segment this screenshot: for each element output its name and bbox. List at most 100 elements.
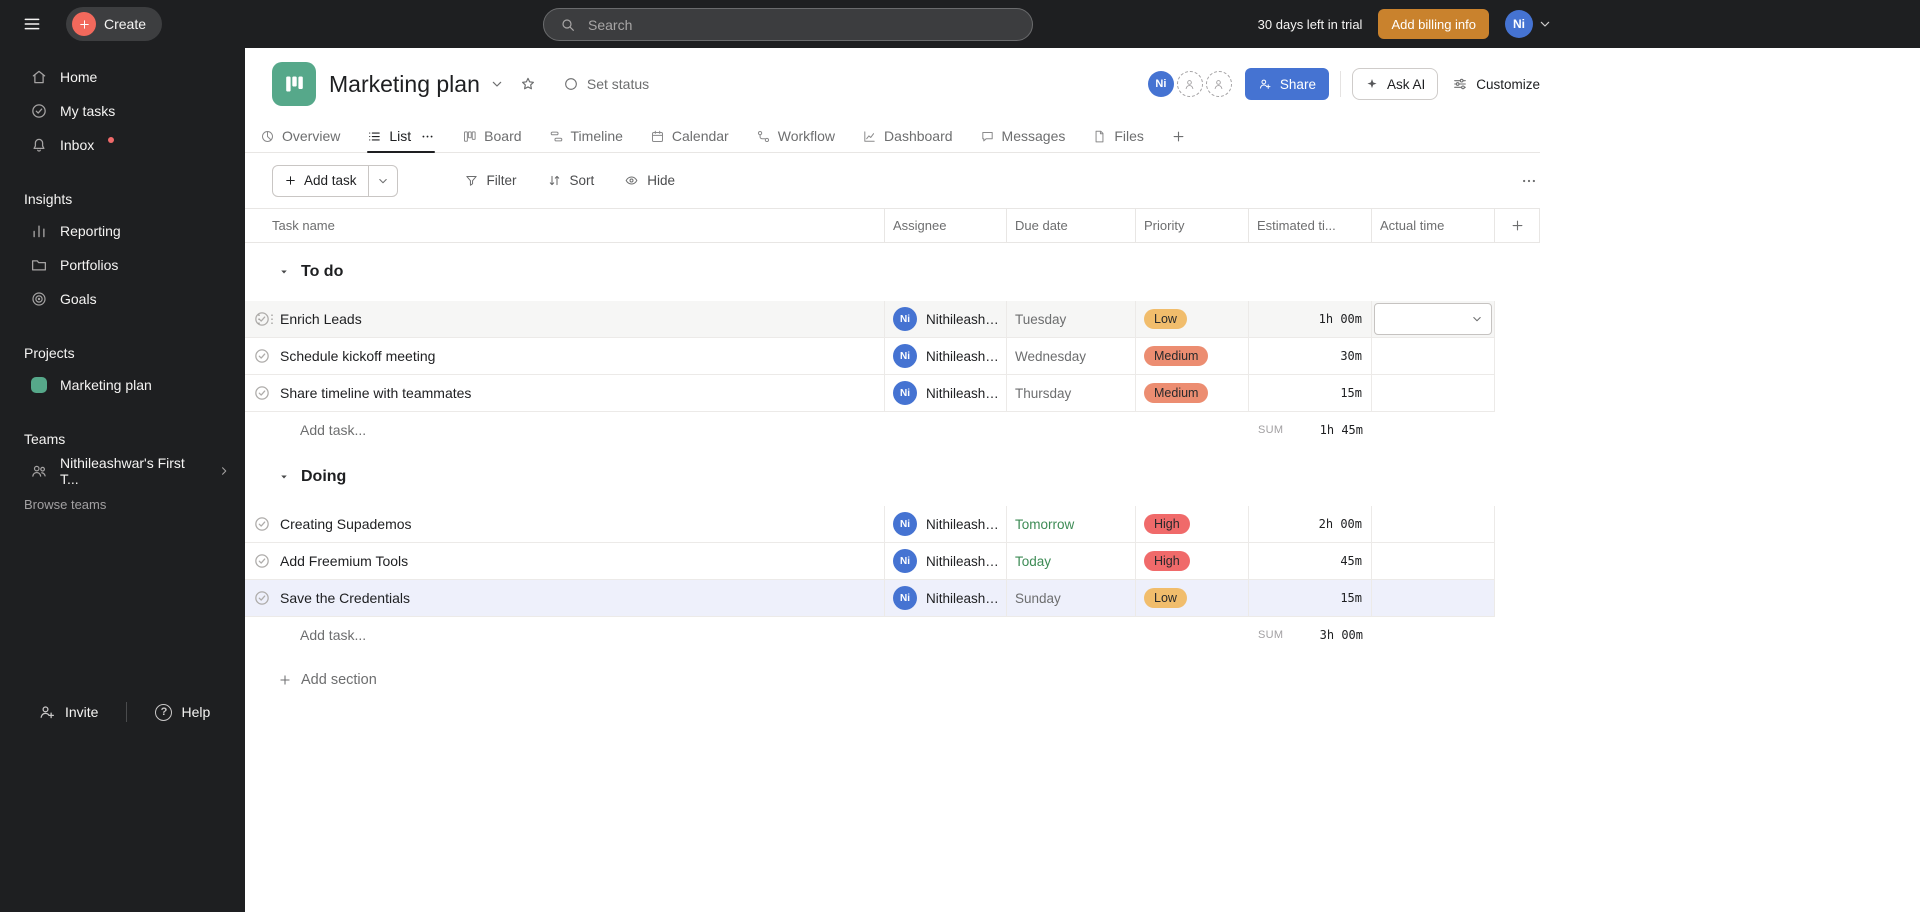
estimated-time-cell[interactable]: 45m — [1249, 543, 1372, 579]
customize-button[interactable]: Customize — [1452, 76, 1540, 92]
estimated-time-cell[interactable]: 2h 00m — [1249, 506, 1372, 542]
tab-overview[interactable]: Overview — [260, 120, 340, 152]
section-header-doing[interactable]: Doing — [245, 448, 1920, 506]
tab-dashboard[interactable]: Dashboard — [862, 120, 953, 152]
member-avatar[interactable]: Ni — [1147, 71, 1174, 97]
tab-files[interactable]: Files — [1092, 120, 1144, 152]
chevron-right-icon[interactable] — [217, 464, 231, 478]
assignee-cell[interactable]: Ni Nithileashwar — [885, 301, 1007, 337]
browse-teams-link[interactable]: Browse teams — [0, 488, 245, 520]
favorite-star-button[interactable] — [517, 73, 539, 95]
help-button[interactable]: ? Help — [155, 703, 210, 721]
estimated-time-cell[interactable]: 15m — [1249, 375, 1372, 411]
project-icon[interactable] — [272, 62, 316, 106]
actual-time-cell[interactable] — [1372, 543, 1495, 579]
collapse-triangle-icon[interactable] — [278, 266, 290, 278]
tab-board[interactable]: Board — [462, 120, 522, 152]
estimated-time-cell[interactable]: 1h 00m — [1249, 301, 1372, 337]
sidebar-item-team[interactable]: Nithileashwar's First T... — [0, 454, 245, 488]
sidebar-item-goals[interactable]: Goals — [0, 282, 245, 316]
task-row[interactable]: ⋮⋮ Enrich Leads Ni Nithileashwar Tuesday… — [245, 301, 1495, 338]
priority-cell[interactable]: Medium — [1136, 338, 1249, 374]
task-name-cell[interactable]: ⋮⋮ Enrich Leads — [245, 301, 885, 337]
tab-messages[interactable]: Messages — [980, 120, 1065, 152]
actual-time-cell[interactable] — [1372, 375, 1495, 411]
priority-cell[interactable]: Low — [1136, 301, 1249, 337]
priority-cell[interactable]: Medium — [1136, 375, 1249, 411]
sidebar-section-insights[interactable]: Insights — [0, 184, 245, 214]
add-task-inline[interactable]: Add task... — [245, 627, 885, 643]
column-header-assignee[interactable]: Assignee — [885, 209, 1007, 242]
priority-cell[interactable]: High — [1136, 543, 1249, 579]
hide-button[interactable]: Hide — [624, 173, 675, 188]
column-header-actual-time[interactable]: Actual time — [1372, 209, 1495, 242]
assignee-cell[interactable]: Ni Nithileashwar — [885, 506, 1007, 542]
add-view-button[interactable] — [1171, 129, 1186, 144]
assignee-cell[interactable]: Ni Nithileashwar — [885, 543, 1007, 579]
sidebar-section-teams[interactable]: Teams — [0, 424, 245, 454]
sidebar-item-home[interactable]: Home — [0, 60, 245, 94]
column-header-task-name[interactable]: Task name — [245, 209, 885, 242]
actual-time-cell[interactable] — [1372, 301, 1495, 337]
task-name-cell[interactable]: Creating Supademos — [245, 506, 885, 542]
task-name-cell[interactable]: Save the Credentials — [245, 580, 885, 616]
column-header-priority[interactable]: Priority — [1136, 209, 1249, 242]
empty-avatar-slot[interactable] — [1176, 71, 1203, 97]
task-name-cell[interactable]: Share timeline with teammates — [245, 375, 885, 411]
sort-button[interactable]: Sort — [547, 173, 594, 188]
project-menu-button[interactable] — [489, 76, 505, 92]
task-complete-checkbox[interactable] — [253, 515, 271, 533]
add-task-button[interactable]: Add task — [273, 166, 368, 196]
sidebar-item-my-tasks[interactable]: My tasks — [0, 94, 245, 128]
add-task-dropdown-button[interactable] — [367, 165, 397, 196]
actual-time-dropdown[interactable] — [1374, 303, 1492, 335]
sidebar-toggle-button[interactable] — [16, 8, 48, 40]
due-date-cell[interactable]: Tuesday — [1007, 301, 1136, 337]
add-section-button[interactable]: Add section — [245, 657, 383, 703]
task-complete-checkbox[interactable] — [253, 384, 271, 402]
task-complete-checkbox[interactable] — [253, 589, 271, 607]
invite-button[interactable]: Invite — [38, 703, 98, 721]
tab-options-icon[interactable] — [420, 129, 435, 144]
filter-button[interactable]: Filter — [464, 173, 517, 188]
task-complete-checkbox[interactable] — [253, 552, 271, 570]
estimated-time-cell[interactable]: 15m — [1249, 580, 1372, 616]
due-date-cell[interactable]: Sunday — [1007, 580, 1136, 616]
assignee-cell[interactable]: Ni Nithileashwar — [885, 338, 1007, 374]
task-row[interactable]: Creating Supademos Ni Nithileashwar Tomo… — [245, 506, 1495, 543]
due-date-cell[interactable]: Tomorrow — [1007, 506, 1136, 542]
create-button[interactable]: Create — [66, 7, 163, 41]
add-billing-info-button[interactable]: Add billing info — [1378, 9, 1489, 39]
assignee-cell[interactable]: Ni Nithileashwar — [885, 375, 1007, 411]
ask-ai-button[interactable]: Ask AI — [1351, 68, 1439, 100]
task-complete-checkbox[interactable] — [253, 347, 271, 365]
due-date-cell[interactable]: Today — [1007, 543, 1136, 579]
account-menu-button[interactable] — [1537, 16, 1553, 32]
sidebar-section-projects[interactable]: Projects — [0, 338, 245, 368]
actual-time-cell[interactable] — [1372, 580, 1495, 616]
collapse-triangle-icon[interactable] — [278, 471, 290, 483]
task-row[interactable]: Save the Credentials Ni Nithileashwar Su… — [245, 580, 1495, 617]
tab-calendar[interactable]: Calendar — [650, 120, 729, 152]
task-name-cell[interactable]: Schedule kickoff meeting — [245, 338, 885, 374]
task-row[interactable]: Add Freemium Tools Ni Nithileashwar Toda… — [245, 543, 1495, 580]
search-bar[interactable] — [543, 8, 1033, 41]
priority-cell[interactable]: High — [1136, 506, 1249, 542]
empty-avatar-slot[interactable] — [1205, 71, 1232, 97]
more-options-button[interactable] — [1518, 170, 1540, 192]
tab-workflow[interactable]: Workflow — [756, 120, 835, 152]
task-name-cell[interactable]: Add Freemium Tools — [245, 543, 885, 579]
assignee-cell[interactable]: Ni Nithileashwar — [885, 580, 1007, 616]
drag-handle-icon[interactable]: ⋮⋮ — [253, 301, 279, 337]
add-column-button[interactable] — [1495, 209, 1540, 242]
set-status-button[interactable]: Set status — [557, 75, 655, 93]
user-avatar[interactable]: Ni — [1505, 10, 1533, 38]
sidebar-item-portfolios[interactable]: Portfolios — [0, 248, 245, 282]
due-date-cell[interactable]: Thursday — [1007, 375, 1136, 411]
sidebar-item-inbox[interactable]: Inbox — [0, 128, 245, 162]
due-date-cell[interactable]: Wednesday — [1007, 338, 1136, 374]
add-task-inline[interactable]: Add task... — [245, 422, 885, 438]
task-row[interactable]: Share timeline with teammates Ni Nithile… — [245, 375, 1495, 412]
sidebar-item-marketing-plan[interactable]: Marketing plan — [0, 368, 245, 402]
priority-cell[interactable]: Low — [1136, 580, 1249, 616]
